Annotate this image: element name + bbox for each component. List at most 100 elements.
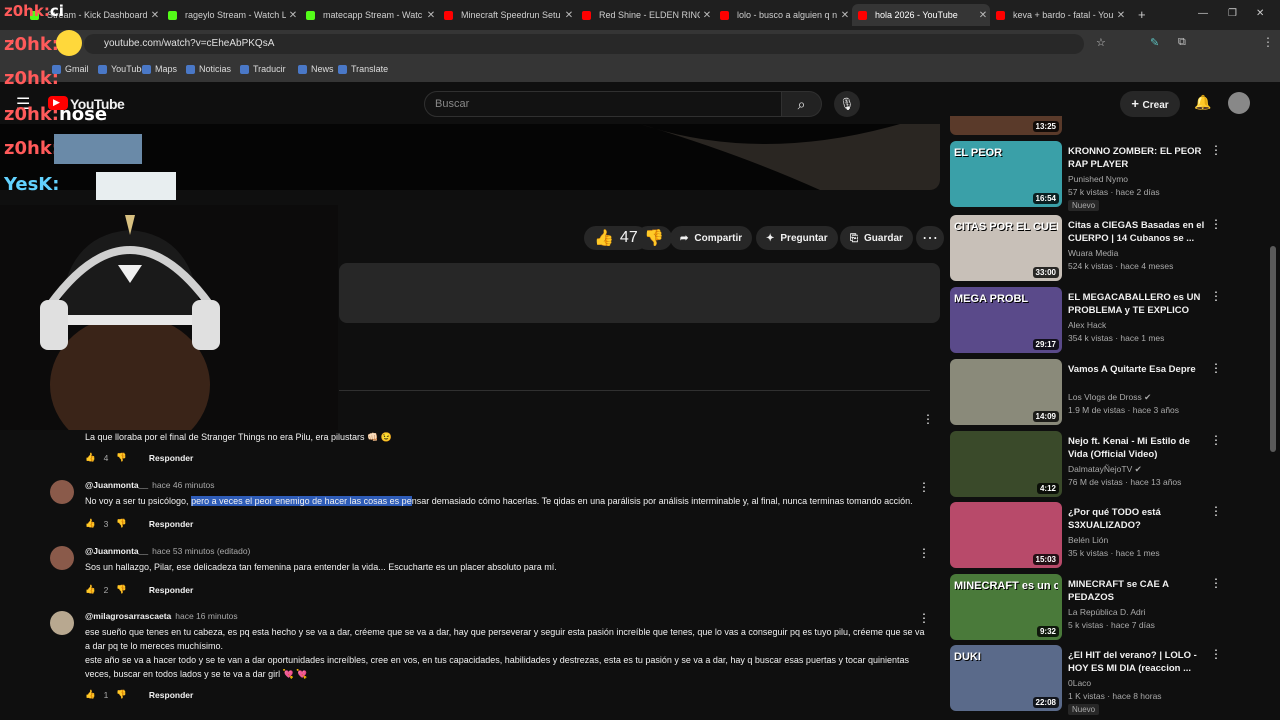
comment-author[interactable]: @Juanmonta__: [85, 480, 148, 490]
avatar[interactable]: [50, 611, 74, 635]
thumbs-down-icon[interactable]: 👎: [116, 452, 127, 463]
ask-button[interactable]: ✦ Preguntar: [756, 226, 838, 250]
create-button[interactable]: + Crear: [1120, 91, 1180, 117]
description-box[interactable]: [339, 263, 940, 323]
recommended-video[interactable]: DUKI 22:08 ¿El HIT del verano? | LOLO - HO…: [950, 645, 1230, 715]
browser-tab[interactable]: hola 2026 - YouTube ✕: [852, 4, 990, 26]
close-tab-icon[interactable]: ✕: [838, 10, 852, 21]
channel-name[interactable]: Alex Hack: [1068, 320, 1106, 330]
recommended-video[interactable]: 15:03 ¿Por qué TODO está S3XUALIZADO? Belé…: [950, 502, 1230, 570]
comment-menu-icon[interactable]: ⋮: [918, 480, 930, 494]
video-menu-icon[interactable]: ⋮: [1210, 217, 1222, 231]
account-avatar[interactable]: [1228, 92, 1250, 114]
browser-menu-icon[interactable]: ⋮: [1262, 35, 1274, 49]
recommended-video[interactable]: MEGA PROBL 29:17 EL MEGACABALLERO es UN PR…: [950, 287, 1230, 355]
recommended-video[interactable]: 13:25: [950, 116, 1230, 136]
close-tab-icon[interactable]: ✕: [700, 10, 714, 21]
search-button[interactable]: ⌕: [782, 91, 822, 117]
video-title[interactable]: EL MEGACABALLERO es UN PROBLEMA y TE EXP…: [1068, 291, 1208, 319]
thumbs-down-icon[interactable]: 👎: [116, 518, 127, 529]
notifications-bell-icon[interactable]: 🔔: [1194, 94, 1211, 111]
thumbs-down-icon[interactable]: 👎: [116, 689, 127, 700]
recommended-video[interactable]: MINECRAFT es un caos 9:32 MINECRAFT se CAE…: [950, 574, 1230, 642]
extensions-puzzle-icon[interactable]: ⧉: [1178, 36, 1186, 49]
comment-time[interactable]: hace 53 minutos (editado): [152, 546, 250, 556]
dislike-button[interactable]: 👎: [636, 226, 672, 250]
browser-tab[interactable]: Minecraft Speedrun Setu ✕: [438, 4, 576, 26]
reply-button[interactable]: Responder: [149, 690, 193, 700]
extension-icon[interactable]: ✎: [1150, 36, 1159, 49]
channel-name[interactable]: 0Laco: [1068, 678, 1091, 688]
avatar[interactable]: [50, 546, 74, 570]
close-tab-icon[interactable]: ✕: [424, 10, 438, 21]
recommended-video[interactable]: 14:09 Vamos A Quitarte Esa Depre Los Vlogs…: [950, 359, 1230, 427]
video-title[interactable]: Vamos A Quitarte Esa Depre: [1068, 363, 1208, 376]
comment-author[interactable]: @Juanmonta__: [85, 546, 148, 556]
thumbs-up-icon[interactable]: 👍: [85, 518, 96, 529]
video-thumbnail[interactable]: 14:09: [950, 359, 1062, 425]
reply-button[interactable]: Responder: [149, 519, 193, 529]
sort-menu-icon[interactable]: ⋮: [922, 412, 934, 426]
avatar[interactable]: [50, 480, 74, 504]
video-menu-icon[interactable]: ⋮: [1210, 361, 1222, 375]
video-title[interactable]: KRONNO ZOMBER: EL PEOR RAP PLAYER: [1068, 145, 1208, 171]
close-tab-icon[interactable]: ✕: [562, 10, 576, 21]
recommended-video[interactable]: CITAS POR EL CUERPO 33:00 Citas a CIEGAS B…: [950, 215, 1230, 283]
video-menu-icon[interactable]: ⋮: [1210, 576, 1222, 590]
browser-tab[interactable]: keva + bardo - fatal - You ✕: [990, 4, 1128, 26]
thumbs-up-icon[interactable]: 👍: [85, 689, 96, 700]
video-thumbnail[interactable]: 15:03: [950, 502, 1062, 568]
search-input[interactable]: Buscar: [424, 91, 782, 117]
more-actions-button[interactable]: ⋯: [916, 226, 944, 250]
close-tab-icon[interactable]: ✕: [1114, 10, 1128, 21]
channel-name[interactable]: Belén Lión: [1068, 535, 1108, 545]
channel-name[interactable]: Los Vlogs de Dross ✔: [1068, 392, 1151, 403]
channel-name[interactable]: Punished Nymo: [1068, 174, 1128, 184]
video-menu-icon[interactable]: ⋮: [1210, 289, 1222, 303]
video-menu-icon[interactable]: ⋮: [1210, 504, 1222, 518]
video-thumbnail[interactable]: DUKI 22:08: [950, 645, 1062, 711]
video-thumbnail[interactable]: MEGA PROBL 29:17: [950, 287, 1062, 353]
video-menu-icon[interactable]: ⋮: [1210, 647, 1222, 661]
close-tab-icon[interactable]: ✕: [976, 10, 990, 21]
thumbs-up-icon[interactable]: 👍: [85, 452, 96, 463]
voice-search-button[interactable]: 🎙: [834, 91, 860, 117]
video-thumbnail[interactable]: 13:25: [950, 116, 1062, 135]
new-tab-icon[interactable]: +: [1138, 7, 1146, 22]
comment-menu-icon[interactable]: ⋮: [918, 546, 930, 560]
minimize-icon[interactable]: —: [1198, 8, 1208, 19]
share-button[interactable]: ➦ Compartir: [670, 226, 753, 250]
comment-time[interactable]: hace 16 minutos: [175, 611, 237, 621]
close-window-icon[interactable]: ✕: [1256, 8, 1264, 19]
browser-tab[interactable]: Red Shine - ELDEN RING ✕: [576, 4, 714, 26]
video-title[interactable]: MINECRAFT se CAE A PEDAZOS: [1068, 578, 1208, 604]
channel-name[interactable]: La República D. Adri: [1068, 607, 1146, 617]
video-menu-icon[interactable]: ⋮: [1210, 143, 1222, 157]
browser-tab[interactable]: lolo - busco a alguien q n ✕: [714, 4, 852, 26]
maximize-icon[interactable]: ❐: [1228, 8, 1237, 19]
channel-name[interactable]: DalmatayÑejoTV ✔: [1068, 464, 1142, 475]
video-thumbnail[interactable]: MINECRAFT es un caos 9:32: [950, 574, 1062, 640]
thumbs-up-icon[interactable]: 👍: [85, 584, 96, 595]
bookmark-item[interactable]: Translate: [338, 64, 388, 74]
comment-menu-icon[interactable]: ⋮: [918, 611, 930, 625]
video-title[interactable]: Citas a CIEGAS Basadas en el CUERPO | 14…: [1068, 219, 1208, 245]
bookmark-star-icon[interactable]: ☆: [1096, 36, 1106, 49]
reply-button[interactable]: Responder: [149, 585, 193, 595]
comment-time[interactable]: hace 46 minutos: [152, 480, 214, 490]
video-menu-icon[interactable]: ⋮: [1210, 433, 1222, 447]
comment-author[interactable]: @milagrosarrascaeta: [85, 611, 171, 621]
recommended-video[interactable]: 4:12 Nejo ft. Kenai - Mi Estilo de Vida (…: [950, 431, 1230, 499]
thumbs-down-icon[interactable]: 👎: [116, 584, 127, 595]
recommended-video[interactable]: EL PEOR 16:54 KRONNO ZOMBER: EL PEOR RAP P…: [950, 141, 1230, 211]
video-title[interactable]: ¿Por qué TODO está S3XUALIZADO?: [1068, 506, 1208, 532]
reply-button[interactable]: Responder: [149, 453, 193, 463]
video-thumbnail[interactable]: 4:12: [950, 431, 1062, 497]
scrollbar-thumb[interactable]: [1270, 246, 1276, 452]
channel-name[interactable]: Wuara Media: [1068, 248, 1118, 258]
video-thumbnail[interactable]: CITAS POR EL CUERPO 33:00: [950, 215, 1062, 281]
video-title[interactable]: ¿El HIT del verano? | LOLO - HOY ES MI D…: [1068, 649, 1208, 675]
save-button[interactable]: ⎘ Guardar: [840, 226, 913, 250]
video-thumbnail[interactable]: EL PEOR 16:54: [950, 141, 1062, 207]
video-title[interactable]: Nejo ft. Kenai - Mi Estilo de Vida (Offi…: [1068, 435, 1208, 461]
